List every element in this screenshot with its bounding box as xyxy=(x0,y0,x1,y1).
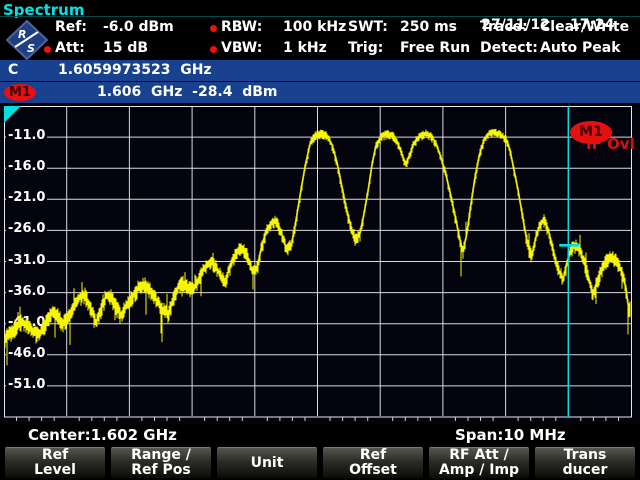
marker-info-bar: C 1.6059973523 GHz M1 1.606 GHz -28.4 dB… xyxy=(0,60,640,104)
rbw-label: RBW: xyxy=(221,19,262,35)
softkey-rf-att-amp-imp[interactable]: RF Att /Amp / Imp xyxy=(429,447,529,478)
ref-level-triangle-icon xyxy=(4,106,21,123)
ref-level-value: -6.0 dBm xyxy=(103,19,174,35)
title-bar: Spectrum 27/11/1217:24 xyxy=(0,0,640,17)
softkey-ref-offset[interactable]: RefOffset xyxy=(323,447,423,478)
detector-label: Detect: xyxy=(480,40,538,56)
rs-logo-icon: R S xyxy=(5,19,49,61)
settings-panel: R S Ref: -6.0 dBm Att: 15 dB RBW: 100 kH… xyxy=(0,17,640,60)
trigger-label: Trig: xyxy=(348,40,383,56)
center-frequency-readout: Center:1.602 GHz xyxy=(28,426,177,444)
svg-text:R: R xyxy=(18,28,26,41)
sweep-time-value: 250 ms xyxy=(400,19,457,35)
detector-value: Auto Peak xyxy=(540,40,621,56)
ref-level-label: Ref: xyxy=(55,19,87,35)
center-frequency-row: C 1.6059973523 GHz xyxy=(0,60,640,81)
marker-m1-readout: 1.606 GHz -28.4 dBm xyxy=(97,84,278,100)
trace-mode-label: Trace: xyxy=(480,19,528,35)
spectrum-plot: -11.0-16.0-21.0-26.0-31.0-36.0-41.0-46.0… xyxy=(0,106,640,424)
spectrum-analyzer-screen: Spectrum 27/11/1217:24 R S Ref: -6.0 dBm… xyxy=(0,0,640,480)
attenuation-value: 15 dB xyxy=(103,40,148,56)
att-bullet-icon xyxy=(44,46,51,53)
vbw-bullet-icon xyxy=(210,46,217,53)
rbw-value: 100 kHz xyxy=(283,19,346,35)
attenuation-label: Att: xyxy=(55,40,85,56)
softkey-range-ref-pos[interactable]: Range /Ref Pos xyxy=(111,447,211,478)
vbw-value: 1 kHz xyxy=(283,40,327,56)
marker-m1-bar-badge: M1 xyxy=(4,84,36,101)
trace-mode-value: Clear/Write xyxy=(540,19,629,35)
sweep-time-label: SWT: xyxy=(348,19,388,35)
trigger-value: Free Run xyxy=(400,40,470,56)
frequency-axis-bar: Center:1.602 GHz Span:10 MHz xyxy=(0,424,640,446)
center-row-value: 1.6059973523 GHz xyxy=(58,62,212,78)
rbw-bullet-icon xyxy=(210,25,217,32)
vbw-label: VBW: xyxy=(221,40,262,56)
trace-layer xyxy=(0,106,640,424)
svg-text:S: S xyxy=(27,42,35,55)
softkey-unit[interactable]: Unit xyxy=(217,447,317,478)
marker-m1-badge: M1 xyxy=(570,121,612,144)
span-readout: Span:10 MHz xyxy=(455,426,566,444)
center-row-label: C xyxy=(8,62,18,78)
softkey-bar: RefLevel Range /Ref Pos Unit RefOffset R… xyxy=(0,446,640,480)
marker-m1-row: M1 1.606 GHz -28.4 dBm xyxy=(0,82,640,103)
softkey-transducer[interactable]: Transducer xyxy=(535,447,635,478)
softkey-ref-level[interactable]: RefLevel xyxy=(5,447,105,478)
